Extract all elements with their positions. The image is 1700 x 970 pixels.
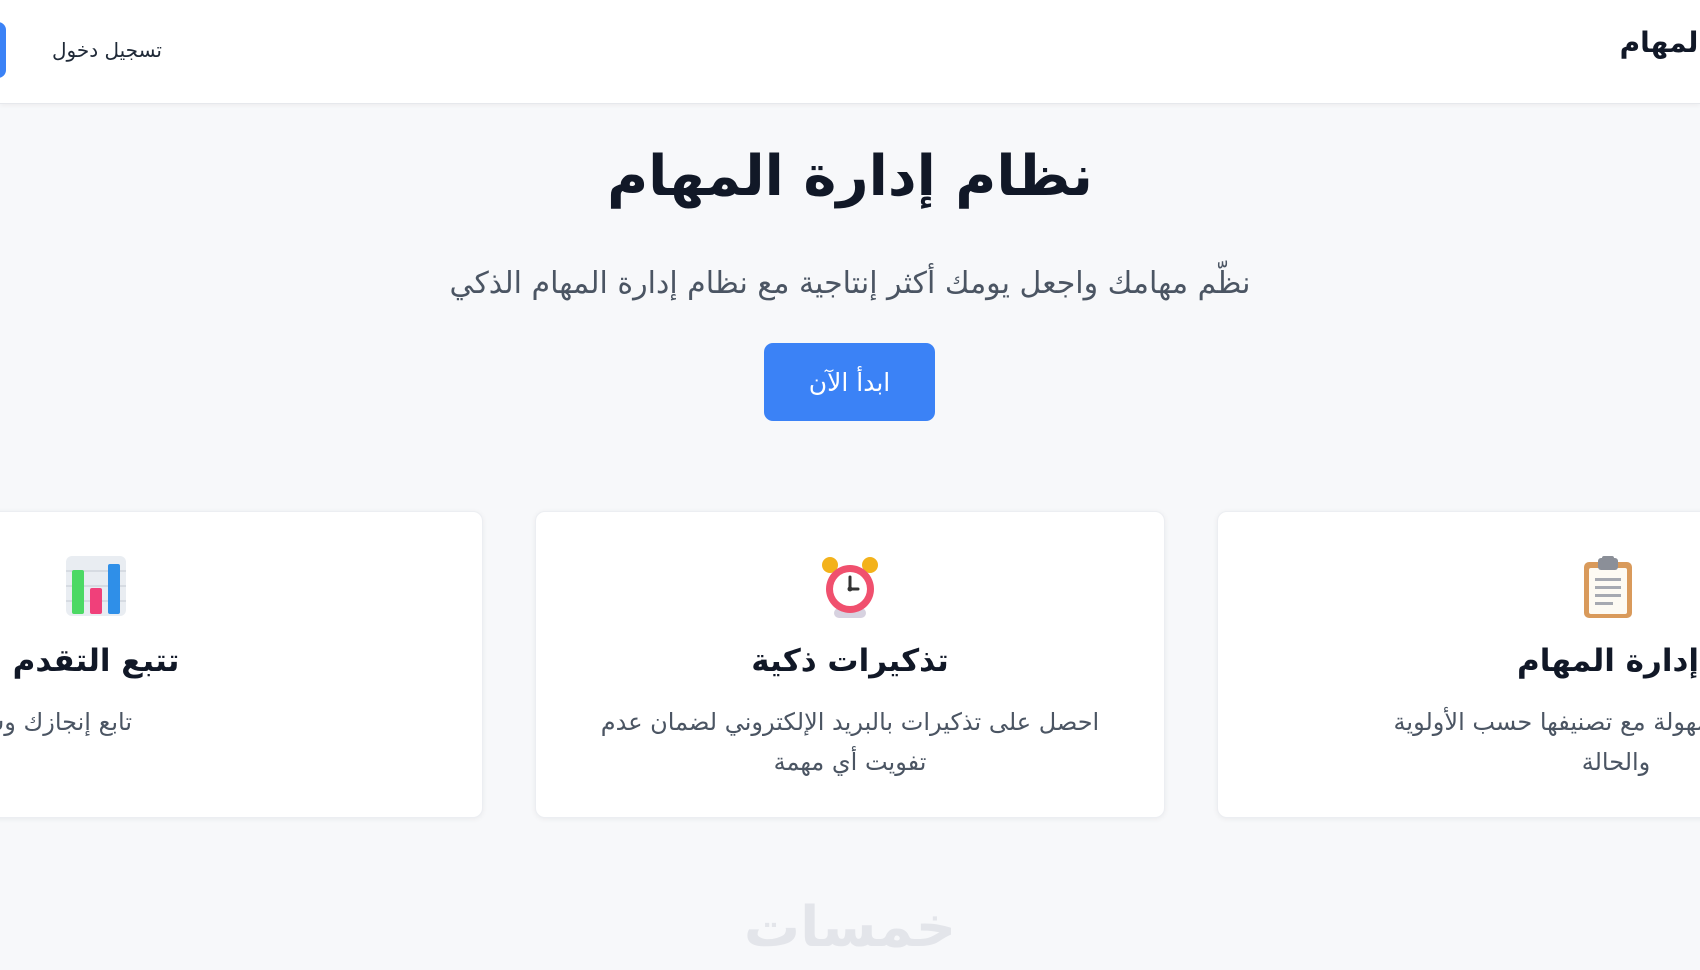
feature-card-progress-tracking: تتبع التقدم تابع إنجازك وشاهد إحصائيات م… xyxy=(0,511,483,818)
login-link[interactable]: تسجيل دخول xyxy=(52,38,162,62)
page: المهام تسجيل دخول نظام إدارة المهام نظّم… xyxy=(0,0,1700,970)
alarm-clock-icon xyxy=(536,556,1164,620)
hero-subtitle: نظّم مهامك واجعل يومك أكثر إنتاجية مع نظ… xyxy=(449,266,1251,301)
brand-logo-text[interactable]: المهام xyxy=(1620,26,1700,59)
feature-title: تذكيرات ذكية xyxy=(751,643,949,679)
feature-title: إدارة المهام xyxy=(1517,643,1699,679)
feature-title: تتبع التقدم xyxy=(12,643,180,679)
feature-card-task-management: إدارة المهام تتبع مهامك بسهولة مع تصنيفه… xyxy=(1217,511,1700,818)
bar-chart-icon xyxy=(0,556,346,620)
navbar: المهام تسجيل دخول xyxy=(0,0,1700,104)
start-now-button[interactable]: ابدأ الآن xyxy=(764,343,935,421)
feature-description: تابع إنجازك وشاهد إحصائيات مفصلة عن xyxy=(0,708,133,736)
clipboard-icon xyxy=(1358,556,1700,620)
register-button[interactable] xyxy=(0,22,6,78)
hero-title: نظام إدارة المهام xyxy=(607,144,1093,209)
feature-description: تتبع مهامك بسهولة مع تصنيفها حسب الأولوي… xyxy=(1393,708,1700,776)
watermark-logo: خمسات xyxy=(743,895,957,960)
feature-description: احصل على تذكيرات بالبريد الإلكتروني لضما… xyxy=(600,708,1100,776)
feature-card-smart-reminders: تذكيرات ذكية احصل على تذكيرات بالبريد ال… xyxy=(535,511,1165,818)
